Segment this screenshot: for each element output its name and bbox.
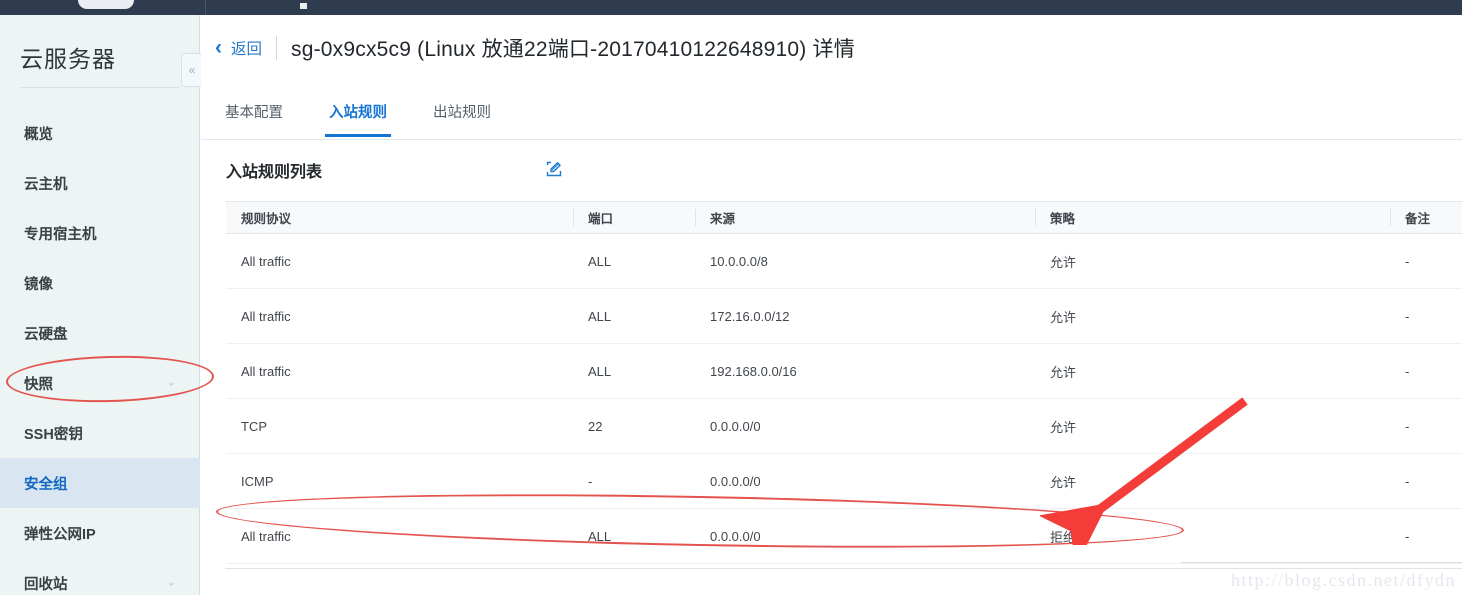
sidebar-item-label: SSH密钥 [24, 426, 83, 443]
table-cell-protocol: ICMP [241, 473, 274, 489]
table-row[interactable]: TCP 22 0.0.0.0/0 允许 - [226, 399, 1462, 454]
sidebar-nav: 概览云主机专用宿主机镜像云硬盘快照 ⌄ SSH密钥安全组弹性公网IP 回收站 ⌄ [0, 108, 200, 595]
table-cell-source: 172.16.0.0/12 [710, 308, 790, 324]
sidebar-item-label: 云主机 [24, 176, 68, 193]
sidebar-item-overview[interactable]: 概览 [0, 108, 200, 158]
table-cell-policy: 允许 [1050, 309, 1077, 325]
chevron-down-icon: ⌄ [166, 576, 176, 589]
table-row[interactable]: All traffic ALL 10.0.0.0/8 允许 - [226, 234, 1462, 289]
sidebar-item-security-group[interactable]: 安全组 [0, 458, 200, 508]
tab-basic-config[interactable]: 基本配置 [225, 101, 283, 137]
cloud-logo-icon[interactable] [78, 0, 134, 9]
watermark-text: http://blog.csdn.net/dfydn [1231, 570, 1456, 590]
table-header-port: 端口 [573, 201, 695, 234]
page-header: ‹ 返回 sg-0x9cx5c9 (Linux 放通22端口-201704101… [201, 15, 1462, 80]
table-cell-note: - [1405, 363, 1410, 379]
chevron-down-icon: ⌄ [166, 376, 176, 389]
page-title: sg-0x9cx5c9 (Linux 放通22端口-20170410122648… [291, 37, 855, 61]
topbar-divider [205, 0, 206, 15]
table-cell-note: - [1405, 528, 1410, 544]
table-cell-protocol: All traffic [241, 363, 291, 379]
sidebar-item-label: 概览 [24, 126, 53, 143]
sidebar: 云服务器 « 概览云主机专用宿主机镜像云硬盘快照 ⌄ SSH密钥安全组弹性公网IP 回… [0, 15, 202, 595]
table-cell-note: - [1405, 308, 1410, 324]
table-cell-port: ALL [588, 363, 612, 379]
sidebar-item-snapshot[interactable]: 快照 ⌄ [0, 358, 200, 408]
sidebar-item-label: 镜像 [24, 276, 53, 293]
table-cell-source: 0.0.0.0/0 [710, 473, 761, 489]
tab-bar-divider [201, 139, 1462, 140]
inbound-rules-table: 规则协议 端口 来源 策略 备注 All traffic ALL 10.0.0.0/8 允许 -… [226, 201, 1462, 564]
table-row[interactable]: All traffic ALL 192.168.0.0/16 允许 - [226, 344, 1462, 399]
table-cell-port: - [588, 473, 593, 489]
sidebar-item-label: 回收站 [24, 576, 68, 593]
table-cell-note: - [1405, 473, 1410, 489]
topbar-indicator-icon [300, 3, 307, 9]
table-cell-port: ALL [588, 253, 612, 269]
sidebar-item-cloud-disk[interactable]: 云硬盘 [0, 308, 200, 358]
table-cell-port: ALL [588, 528, 612, 544]
sidebar-item-label: 安全组 [24, 476, 68, 493]
sidebar-item-ssh-key[interactable]: SSH密钥 [0, 408, 200, 458]
table-cell-protocol: TCP [241, 418, 267, 434]
bottom-divider [225, 568, 1462, 569]
top-bar [0, 0, 1462, 15]
sidebar-item-label: 云硬盘 [24, 326, 68, 343]
panel-title: 入站规则列表 [226, 164, 323, 181]
tab-inbound-rules[interactable]: 入站规则 [325, 101, 391, 137]
table-row[interactable]: All traffic ALL 172.16.0.0/12 允许 - [226, 289, 1462, 344]
table-cell-source: 192.168.0.0/16 [710, 363, 797, 379]
tab-outbound-rules[interactable]: 出站规则 [433, 101, 491, 137]
sidebar-item-cloud-host[interactable]: 云主机 [0, 158, 200, 208]
sidebar-item-label: 弹性公网IP [24, 526, 96, 543]
table-body: All traffic ALL 10.0.0.0/8 允许 - All traffic AL… [226, 234, 1462, 564]
page-root: 云服务器 « 概览云主机专用宿主机镜像云硬盘快照 ⌄ SSH密钥安全组弹性公网IP 回… [0, 0, 1462, 595]
table-row[interactable]: All traffic ALL 0.0.0.0/0 拒绝 - [226, 509, 1462, 564]
sidebar-collapse-button[interactable]: « [181, 53, 202, 87]
table-cell-policy: 允许 [1050, 254, 1077, 270]
table-cell-protocol: All traffic [241, 528, 291, 544]
table-cell-protocol: All traffic [241, 308, 291, 324]
table-cell-port: ALL [588, 308, 612, 324]
table-cell-source: 0.0.0.0/0 [710, 528, 761, 544]
back-chevron-icon[interactable]: ‹ [215, 36, 222, 60]
table-header-protocol: 规则协议 [241, 212, 292, 226]
sidebar-title: 云服务器 [20, 46, 116, 72]
sidebar-divider [20, 87, 180, 88]
table-cell-policy: 允许 [1050, 474, 1077, 490]
sidebar-item-dedicated-host[interactable]: 专用宿主机 [0, 208, 200, 258]
watermark-divider [1181, 562, 1462, 563]
content-area: ‹ 返回 sg-0x9cx5c9 (Linux 放通22端口-201704101… [201, 15, 1462, 595]
table-header-policy: 策略 [1035, 201, 1390, 234]
sidebar-item-label: 专用宿主机 [24, 226, 97, 243]
edit-pencil-icon[interactable] [546, 161, 562, 177]
table-cell-note: - [1405, 418, 1410, 434]
table-cell-policy: 拒绝 [1050, 529, 1077, 545]
table-cell-protocol: All traffic [241, 253, 291, 269]
header-separator [276, 35, 278, 60]
table-row[interactable]: ICMP - 0.0.0.0/0 允许 - [226, 454, 1462, 509]
back-link[interactable]: 返回 [231, 37, 262, 59]
table-cell-port: 22 [588, 418, 603, 434]
table-header-note: 备注 [1390, 201, 1462, 234]
sidebar-item-elastic-ip[interactable]: 弹性公网IP [0, 508, 200, 558]
table-cell-source: 0.0.0.0/0 [710, 418, 761, 434]
tab-bar: 基本配置 入站规则 出站规则 [225, 101, 491, 137]
table-cell-source: 10.0.0.0/8 [710, 253, 768, 269]
table-cell-note: - [1405, 253, 1410, 269]
table-header-row: 规则协议 端口 来源 策略 备注 [226, 201, 1462, 234]
table-cell-policy: 允许 [1050, 364, 1077, 380]
table-cell-policy: 允许 [1050, 419, 1077, 435]
sidebar-item-label: 快照 [24, 376, 53, 393]
sidebar-item-image[interactable]: 镜像 [0, 258, 200, 308]
chevron-left-double-icon: « [188, 63, 196, 77]
sidebar-item-recycle-bin[interactable]: 回收站 ⌄ [0, 558, 200, 595]
table-header-source: 来源 [695, 201, 1035, 234]
